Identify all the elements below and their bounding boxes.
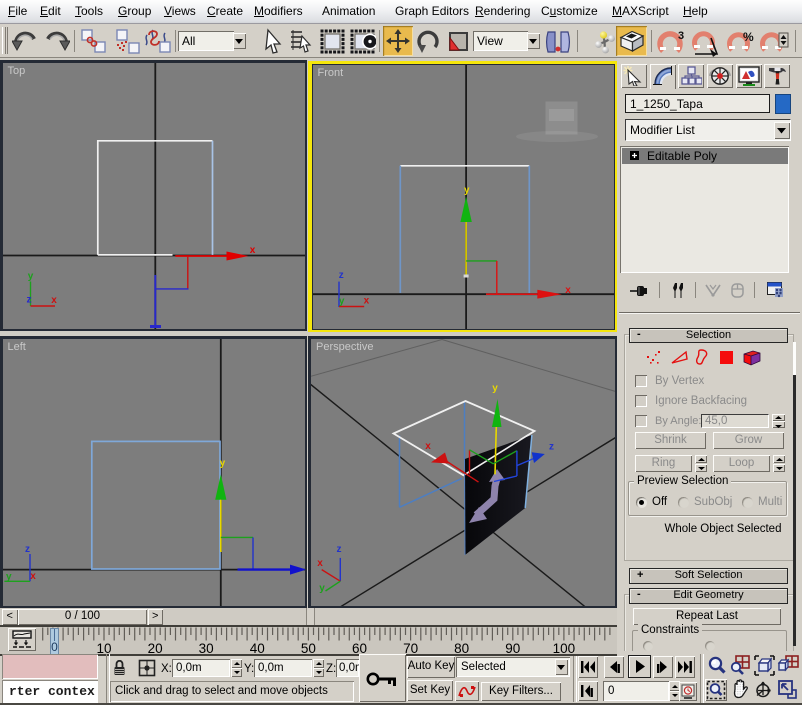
svg-text:x: x (30, 571, 36, 582)
svg-text:3: 3 (678, 30, 684, 42)
svg-text:y: y (338, 295, 344, 306)
svg-text:z: z (25, 544, 30, 555)
svg-text:x: x (425, 441, 431, 452)
svg-text:y: y (319, 583, 325, 594)
svg-text:x: x (51, 295, 57, 306)
svg-text:x: x (363, 295, 369, 306)
svg-text:y: y (27, 271, 33, 282)
svg-text:z: z (337, 544, 342, 555)
svg-text:40: 40 (250, 641, 265, 655)
svg-text:70: 70 (403, 641, 418, 655)
svg-text:80: 80 (454, 641, 469, 655)
svg-text:%: % (743, 30, 754, 44)
svg-text:z: z (549, 441, 554, 452)
svg-text:x: x (249, 245, 255, 256)
svg-text:100: 100 (553, 641, 576, 655)
svg-text:y: y (219, 458, 225, 469)
svg-text:z: z (338, 270, 343, 281)
svg-text:z: z (26, 294, 31, 305)
svg-text:10: 10 (96, 641, 111, 655)
svg-text:y: y (492, 383, 498, 394)
svg-text:x: x (317, 558, 323, 569)
svg-text:20: 20 (148, 641, 163, 655)
svg-text:60: 60 (352, 641, 367, 655)
svg-text:50: 50 (301, 641, 316, 655)
svg-text:x: x (565, 285, 571, 296)
svg-text:90: 90 (505, 641, 520, 655)
svg-text:y: y (464, 185, 470, 196)
svg-text:30: 30 (199, 641, 214, 655)
svg-text:y: y (6, 571, 12, 582)
